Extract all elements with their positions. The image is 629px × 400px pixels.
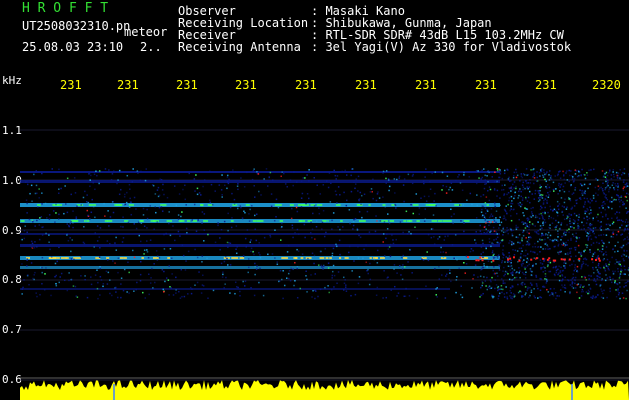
x-tick-label-10: 2320 bbox=[592, 79, 621, 91]
header-counter: 2.. bbox=[140, 40, 162, 54]
waterfall-panel bbox=[20, 96, 629, 400]
x-tick-label-1: 231 bbox=[60, 79, 82, 91]
y-axis-label-0-9: 0.9 bbox=[2, 224, 22, 237]
header-tag: meteor bbox=[124, 25, 168, 39]
y-axis-label-1-0: 1.0 bbox=[2, 174, 22, 187]
y-axis-unit: kHz bbox=[2, 74, 22, 87]
info-value-antenna: : 3el Yagi(V) Az 330 for Vladivostok bbox=[311, 40, 572, 54]
y-axis-label-0-8: 0.8 bbox=[2, 273, 22, 286]
y-axis-label-1-1: 1.1 bbox=[2, 124, 22, 137]
y-axis-label-0-7: 0.7 bbox=[2, 323, 22, 336]
y-axis-label-0-6: 0.6 bbox=[2, 373, 22, 386]
x-tick-label-2: 231 bbox=[117, 79, 139, 91]
x-tick-label-5: 231 bbox=[295, 79, 317, 91]
x-tick-label-4: 231 bbox=[235, 79, 257, 91]
header-brand: H R O F F T bbox=[22, 1, 109, 16]
header-datetime: 25.08.03 23:10 bbox=[22, 40, 124, 54]
header-filename: UT2508032310.pn bbox=[22, 19, 131, 33]
x-tick-label-9: 231 bbox=[535, 79, 557, 91]
info-label-antenna: Receiving Antenna bbox=[178, 40, 301, 54]
x-tick-label-8: 231 bbox=[475, 79, 497, 91]
x-tick-label-3: 231 bbox=[176, 79, 198, 91]
x-tick-label-6: 231 bbox=[355, 79, 377, 91]
waterfall-spectrogram bbox=[20, 129, 629, 400]
x-tick-label-7: 231 bbox=[415, 79, 437, 91]
